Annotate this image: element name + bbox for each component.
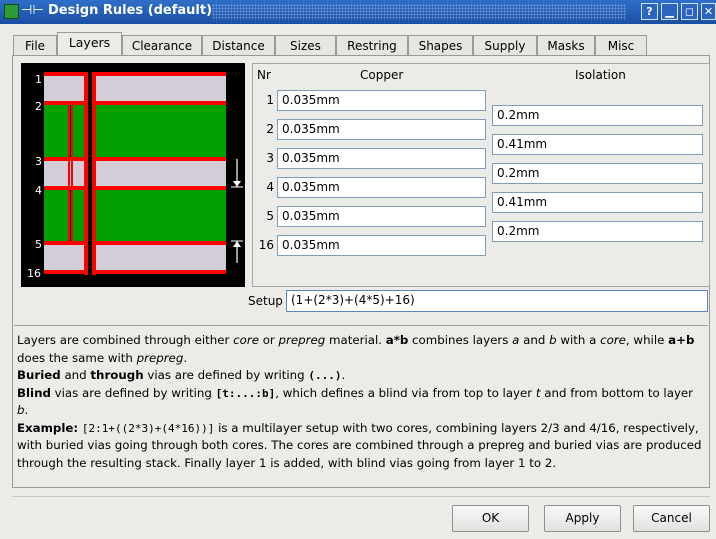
isolation-thickness-field[interactable]: 0.41mm <box>492 192 703 213</box>
isolation-thickness-field[interactable]: 0.2mm <box>492 221 703 242</box>
stack-layer-label: 16 <box>27 267 41 280</box>
help-paragraph-combine: Layers are combined through either core … <box>17 333 695 365</box>
nr-header: Nr <box>257 68 271 82</box>
copper-thickness-field[interactable]: 0.035mm <box>277 235 486 256</box>
setup-label: Setup <box>248 294 283 308</box>
copper-row-nr: 2 <box>266 122 274 136</box>
title-bar-texture <box>212 4 626 20</box>
core1-left <box>44 105 68 158</box>
layer-stack-graphic <box>44 72 243 275</box>
help-paragraph-buried: Buried and through vias are defined by w… <box>17 368 346 382</box>
layer-stack-diagram: 1 2 3 4 5 16 <box>21 63 245 287</box>
isolation-thickness-field[interactable]: 0.2mm <box>492 163 703 184</box>
tab-restring[interactable]: Restring <box>336 35 408 55</box>
isolation-header: Isolation <box>575 68 626 82</box>
copper-thickness-field[interactable]: 0.035mm <box>277 148 486 169</box>
tab-shapes[interactable]: Shapes <box>408 35 473 55</box>
setup-input[interactable]: (1+(2*3)+(4*5)+16) <box>286 290 708 312</box>
help-paragraph-blind: Blind vias are defined by writing [t:...… <box>17 385 694 418</box>
app-icon[interactable] <box>4 4 19 19</box>
copper-thickness-field[interactable]: 0.035mm <box>277 119 486 140</box>
maximize-button[interactable]: ◻ <box>681 3 698 20</box>
copper-thickness-field[interactable]: 0.035mm <box>277 177 486 198</box>
help-paragraph-example: Example: [2:1+((2*3)+(4*16))] is a multi… <box>17 420 702 470</box>
prepreg-middle-right <box>96 160 226 187</box>
tab-file[interactable]: File <box>13 35 57 55</box>
tab-clearance[interactable]: Clearance <box>122 35 202 55</box>
copper-thickness-field[interactable]: 0.035mm <box>277 90 486 111</box>
help-button[interactable]: ? <box>641 3 658 20</box>
core1-mid <box>73 105 84 158</box>
core2-right <box>96 189 226 242</box>
tab-sizes[interactable]: Sizes <box>275 35 336 55</box>
core1-right <box>96 105 226 158</box>
copper-row-nr: 3 <box>266 151 274 165</box>
copper-row-nr: 5 <box>266 209 274 223</box>
isolation-thickness-field[interactable]: 0.41mm <box>492 134 703 155</box>
prepreg-bottom-left <box>44 244 84 271</box>
stack-layer-label: 5 <box>35 238 42 251</box>
tab-misc[interactable]: Misc <box>595 35 647 55</box>
copper-thickness-field[interactable]: 0.035mm <box>277 206 486 227</box>
stack-layer-label: 3 <box>35 155 42 168</box>
separator <box>14 325 708 326</box>
ok-button[interactable]: OK <box>452 505 529 532</box>
stack-layer-label: 4 <box>35 184 42 197</box>
apply-button[interactable]: Apply <box>544 505 621 532</box>
stack-layer-label: 1 <box>35 73 42 86</box>
minimize-button[interactable]: ▁ <box>661 3 678 20</box>
copper-header: Copper <box>360 68 404 82</box>
prepreg-middle-left <box>44 160 84 187</box>
stack-layer-label: 2 <box>35 100 42 113</box>
tab-layers[interactable]: Layers <box>57 32 122 55</box>
close-button[interactable]: ✕ <box>701 3 716 20</box>
help-text: Layers are combined through either core … <box>17 332 707 472</box>
tab-supply[interactable]: Supply <box>473 35 537 55</box>
tab-masks[interactable]: Masks <box>537 35 595 55</box>
copper-row-nr: 16 <box>258 238 274 252</box>
window-title: Design Rules (default) <box>48 3 213 18</box>
copper-row-nr: 4 <box>266 180 274 194</box>
cancel-button[interactable]: Cancel <box>633 505 710 532</box>
core2-mid <box>73 189 84 242</box>
isolation-thickness-field[interactable]: 0.2mm <box>492 105 703 126</box>
pin-icon[interactable]: ⊣⊢ <box>21 3 44 18</box>
prepreg-bottom-right <box>96 244 226 271</box>
title-bar: ⊣⊢ Design Rules (default) ? ▁ ◻ ✕ <box>0 0 716 24</box>
prepreg-top-right <box>96 76 226 103</box>
core2-left <box>44 189 68 242</box>
panel-bottom-border <box>12 496 710 497</box>
prepreg-top-left <box>44 76 84 103</box>
copper-row-nr: 1 <box>266 93 274 107</box>
tab-distance[interactable]: Distance <box>202 35 275 55</box>
